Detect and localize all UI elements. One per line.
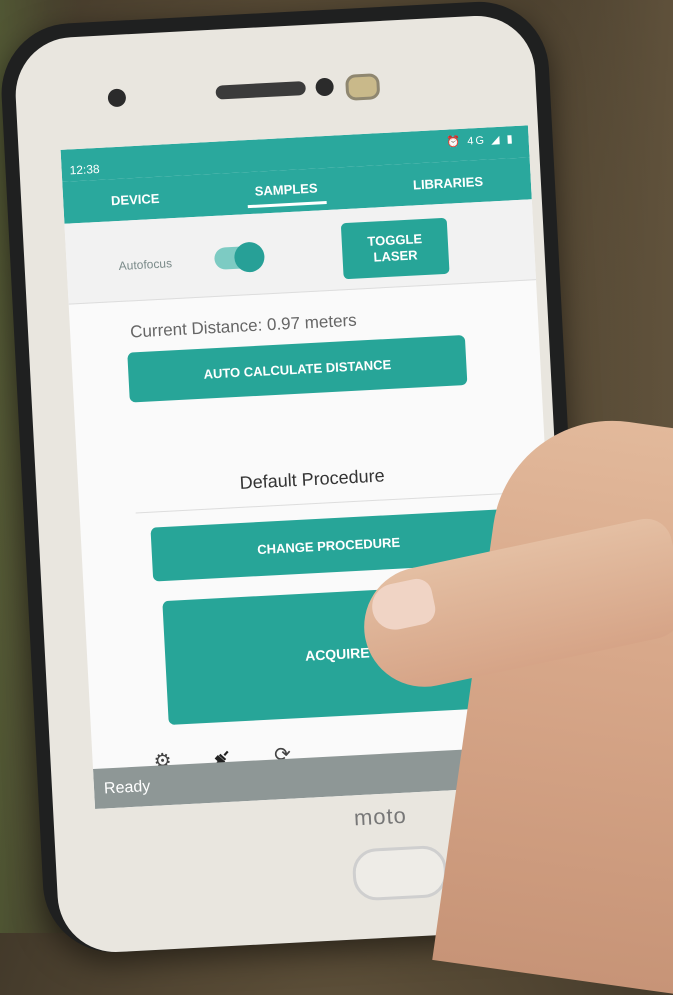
autofocus-toggle[interactable] xyxy=(213,241,266,273)
tab-libraries[interactable]: LIBRARIES xyxy=(404,167,491,198)
earpiece xyxy=(215,80,307,100)
current-distance: Current Distance: 0.97 meters xyxy=(129,310,358,342)
sensor-icon xyxy=(107,88,127,108)
status-text: Ready xyxy=(103,778,151,798)
status-icons: ⏰ 4G ◢ ▮ xyxy=(446,133,515,149)
flash-icon xyxy=(345,73,381,101)
auto-calculate-distance-button[interactable]: AUTO CALCULATE DISTANCE xyxy=(127,334,468,403)
tab-device[interactable]: DEVICE xyxy=(102,184,168,214)
toggle-laser-button[interactable]: TOGGLE LASER xyxy=(340,217,450,280)
brand-logo: moto xyxy=(353,802,408,831)
toggle-knob xyxy=(233,241,266,273)
home-button[interactable] xyxy=(351,844,449,902)
status-time: 12:38 xyxy=(69,161,101,178)
tab-samples[interactable]: SAMPLES xyxy=(246,174,327,209)
autofocus-label: Autofocus xyxy=(118,256,173,273)
front-camera-icon xyxy=(315,77,335,97)
